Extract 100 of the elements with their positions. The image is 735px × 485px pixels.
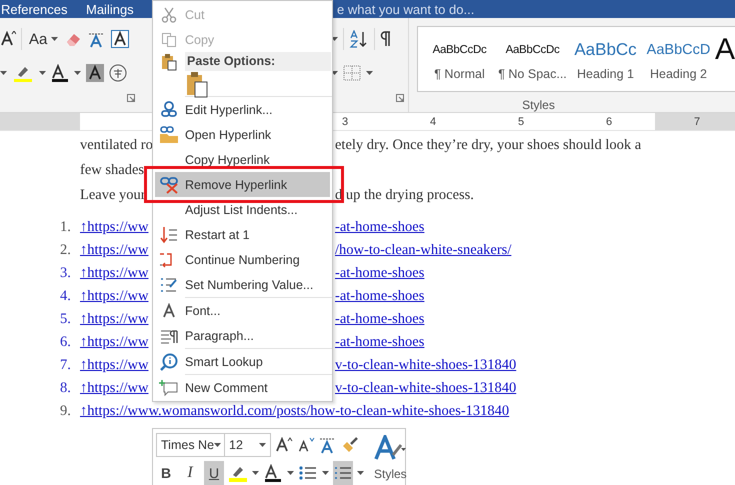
hyperlink[interactable]: v-to-clean-white-shoes-131840 (335, 354, 516, 377)
ruler-number: 3 (340, 116, 350, 128)
menu-item[interactable]: Copy Hyperlink (153, 147, 330, 172)
menu-item[interactable]: Open Hyperlink (153, 122, 330, 147)
caret-icon[interactable] (0, 71, 7, 75)
caret-icon[interactable] (214, 443, 222, 447)
clear-formatting-icon[interactable] (319, 436, 337, 454)
caret-icon[interactable] (357, 471, 364, 475)
list-number: 9. (60, 402, 71, 421)
tell-me-field[interactable]: e what you want to do... (337, 2, 474, 16)
highlight-icon (228, 464, 248, 482)
grow-font-icon[interactable] (0, 31, 16, 47)
text-box-icon[interactable] (111, 30, 130, 48)
ruler-number: 6 (604, 116, 614, 128)
numbered-list-icon (334, 465, 352, 481)
menu-item[interactable]: Remove Hyperlink (155, 172, 330, 197)
ruler-number: 7 (692, 116, 702, 128)
caret-icon[interactable] (322, 471, 329, 475)
hyperlink[interactable]: -at-home-shoes (335, 262, 424, 285)
shrink-font-icon[interactable] (297, 437, 315, 453)
text-line: etely dry. Once they’re dry, your shoes should look a (335, 136, 642, 155)
font-color-icon (264, 464, 282, 482)
hyperlink[interactable]: ↑https://ww (80, 239, 148, 262)
ribbon-tab[interactable]: Mailings (85, 2, 134, 16)
menu-item[interactable]: Font... (153, 298, 330, 323)
menu-item[interactable]: Continue Numbering (153, 247, 330, 272)
menu-item[interactable]: Set Numbering Value... (153, 272, 330, 297)
hyperlink[interactable]: -at-home-shoes (335, 216, 424, 239)
scissors-icon (161, 6, 177, 22)
dialog-launcher-icon[interactable] (396, 94, 404, 102)
bold-button[interactable]: B (156, 461, 176, 485)
hyperlink[interactable]: v-to-clean-white-shoes-131840 (335, 377, 516, 400)
menu-item[interactable]: Restart at 1 (153, 222, 330, 247)
hyperlink[interactable]: /how-to-clean-white-sneakers/ (335, 239, 512, 262)
ribbon-tab[interactable]: References (0, 2, 68, 16)
menu-section-header: Paste Options: (185, 52, 331, 71)
caret-icon[interactable] (51, 37, 58, 41)
hyperlink[interactable]: ↑https://www.womansworld.com/posts/how-to-clean-white-shoes-131840 (80, 400, 510, 423)
list-number: 3. (60, 264, 71, 283)
numbering-button[interactable] (333, 461, 353, 485)
style-item[interactable]: AaBbCc Heading 1 (569, 27, 642, 91)
text-line: few shades (80, 161, 144, 180)
dialog-launcher-icon[interactable] (127, 94, 136, 102)
style-item[interactable]: A (715, 27, 735, 91)
hyperlink[interactable]: -at-home-shoes (335, 331, 424, 354)
hyperlink[interactable]: -at-home-shoes (335, 308, 424, 331)
comment-icon (159, 378, 179, 396)
show-formatting-icon[interactable] (380, 31, 392, 47)
caret-icon[interactable] (259, 443, 266, 447)
list-number: 4. (60, 287, 71, 306)
highlight-icon[interactable] (12, 64, 34, 82)
borders-icon[interactable] (343, 65, 362, 81)
menu-item[interactable]: New Comment (153, 375, 330, 400)
style-item[interactable]: AaBbCcDc ¶ No Spac... (496, 27, 569, 91)
caret-icon[interactable] (287, 471, 294, 475)
styles-button[interactable]: Styles (374, 433, 407, 485)
style-item[interactable]: AaBbCcD Heading 2 (642, 27, 715, 91)
sort-icon[interactable] (349, 30, 370, 48)
hyperlink[interactable]: ↑https://ww (80, 331, 148, 354)
font-color-icon[interactable] (51, 64, 69, 82)
hyperlink[interactable]: ↑https://ww (80, 216, 148, 239)
format-painter-icon[interactable] (341, 436, 359, 454)
menu-item[interactable]: Paragraph... (153, 323, 330, 348)
caret-icon[interactable] (366, 71, 374, 75)
ruler-number: 4 (428, 116, 438, 128)
list-number: 2. (60, 241, 71, 260)
change-case-button[interactable]: Aa (27, 30, 60, 48)
list-number: 5. (60, 310, 71, 329)
list-number: 1. (60, 218, 71, 237)
font-icon (162, 302, 176, 318)
text-line: ventilated ro (80, 136, 153, 155)
text-line: Leave your (80, 186, 146, 205)
copy-icon (161, 32, 177, 48)
list-number: 8. (60, 379, 71, 398)
hyperlink[interactable]: ↑https://ww (80, 377, 148, 400)
caret-icon[interactable] (74, 71, 81, 75)
grow-font-icon[interactable] (275, 437, 293, 453)
underline-button[interactable]: U (204, 461, 224, 485)
caret-icon[interactable] (252, 471, 259, 475)
hyperlink[interactable]: ↑https://ww (80, 285, 148, 308)
font-size-field[interactable]: 12 (224, 433, 271, 457)
hyperlink[interactable]: ↑https://ww (80, 354, 148, 377)
paragraph-icon (160, 328, 178, 344)
folder-link-icon (159, 126, 179, 144)
font-name-field[interactable]: Times Ne (156, 433, 225, 457)
menu-item[interactable]: Edit Hyperlink... (153, 97, 330, 122)
style-item[interactable]: AaBbCcDc ¶ Normal (423, 27, 496, 91)
unlink-icon (160, 176, 180, 194)
menu-item[interactable]: Smart Lookup (153, 349, 330, 374)
hyperlink[interactable]: ↑https://ww (80, 308, 148, 331)
font-color-button[interactable] (263, 461, 283, 485)
character-shading-icon[interactable] (86, 64, 104, 82)
italic-button[interactable]: I (180, 461, 200, 485)
numbering-value-icon (160, 276, 178, 294)
caret-icon[interactable] (39, 71, 46, 75)
enclosed-character-icon[interactable] (109, 64, 127, 82)
menu-item[interactable]: Adjust List Indents... (153, 197, 330, 222)
hyperlink[interactable]: ↑https://ww (80, 262, 148, 285)
hyperlink[interactable]: -at-home-shoes (335, 285, 424, 308)
paste-icon[interactable] (186, 70, 208, 98)
